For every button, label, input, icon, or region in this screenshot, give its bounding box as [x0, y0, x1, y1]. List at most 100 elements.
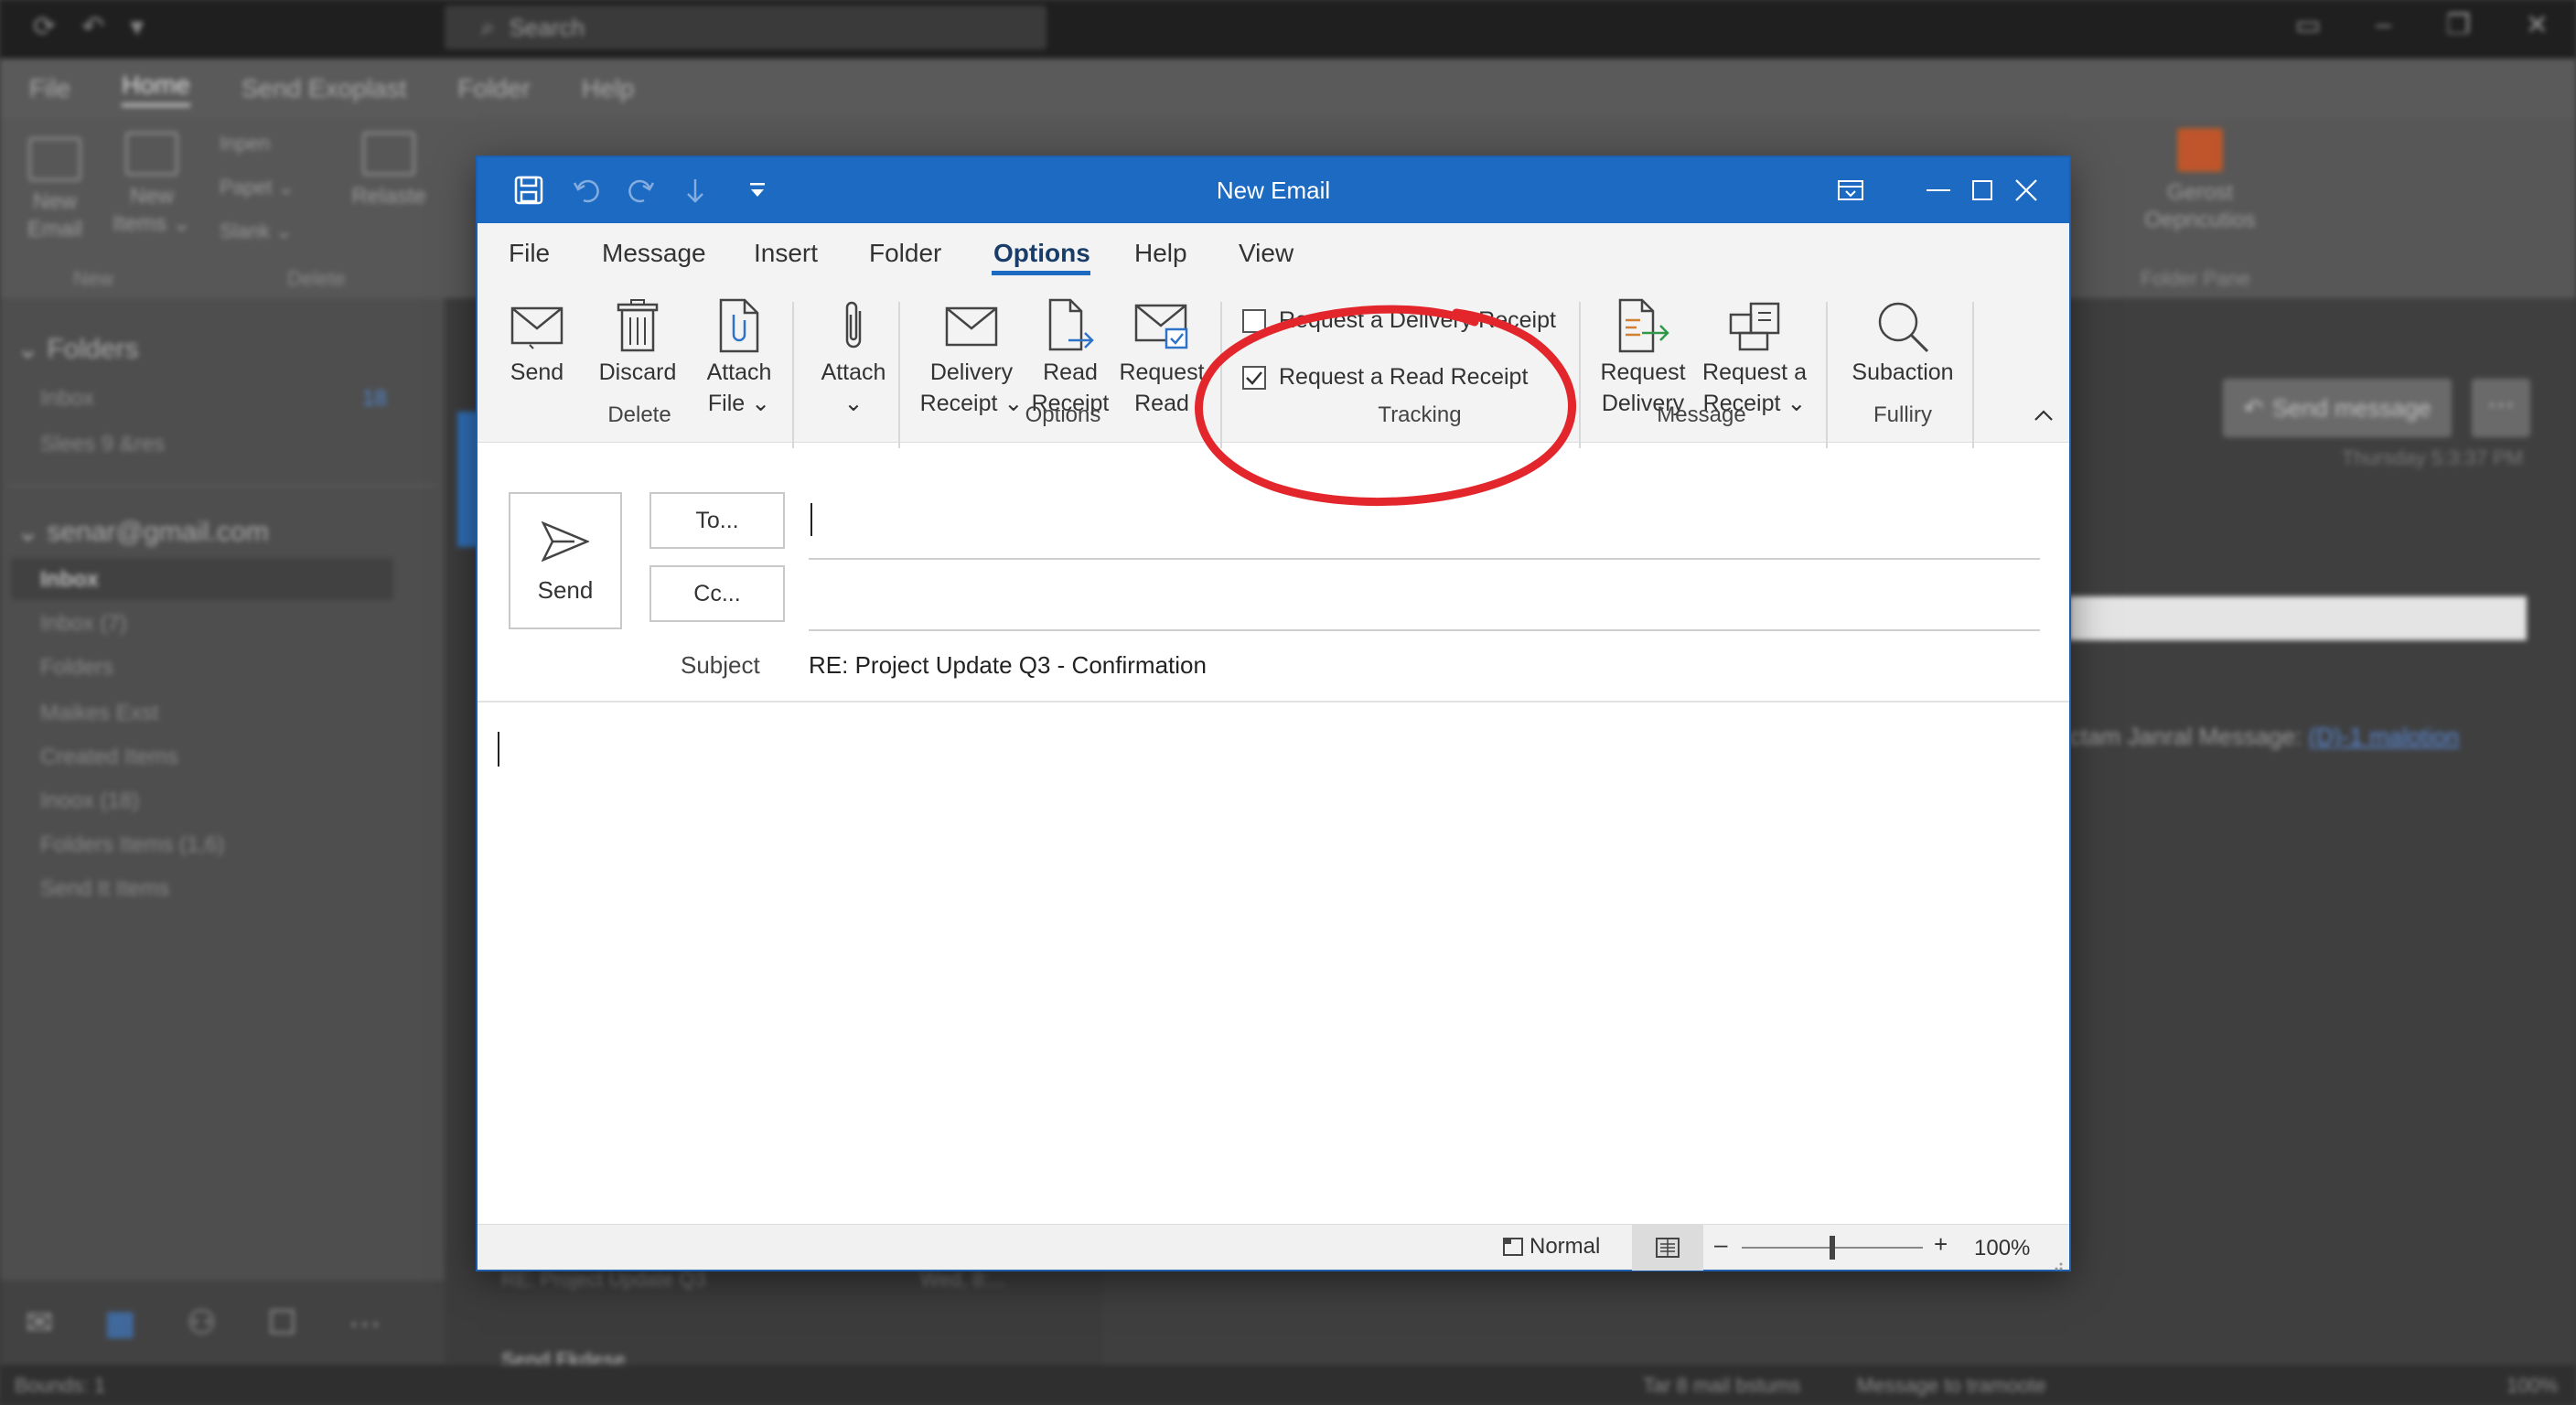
tab-folder[interactable]: Folder	[869, 223, 941, 284]
body-text-caret	[498, 732, 499, 767]
cc-button[interactable]: Cc...	[649, 565, 785, 622]
bg-small-button-3[interactable]: Slank ⌄	[220, 220, 293, 243]
zoom-out-button[interactable]: –	[1714, 1230, 1727, 1259]
close-icon[interactable]: ✕	[2526, 9, 2549, 41]
cc-input[interactable]	[809, 569, 2040, 620]
to-button[interactable]: To...	[649, 492, 785, 549]
bg-auto-link[interactable]: (D)-1 malotion	[2309, 723, 2460, 750]
bg-office-button[interactable]: Gerost Oepncutios	[2131, 128, 2269, 234]
collapse-ribbon-icon[interactable]	[2033, 408, 2055, 427]
bg-folder-slees[interactable]: Slees 9 &res	[40, 432, 165, 457]
bg-folder-item[interactable]: Inoox (18)	[40, 788, 139, 814]
send-ribbon-button[interactable]: Send	[490, 296, 584, 388]
discard-button[interactable]: Discard	[587, 296, 688, 388]
tab-view[interactable]: View	[1239, 223, 1293, 284]
minimize-icon[interactable]: –	[2376, 9, 2391, 41]
ribbon-display-options-icon[interactable]	[1808, 157, 1894, 223]
bg-folder-item[interactable]: Maikes Exst	[40, 701, 158, 726]
request-read-receipt-checkbox[interactable]: Request a Read Receipt	[1242, 364, 1528, 391]
subject-label: Subject	[681, 651, 760, 679]
mail-check-icon	[1114, 296, 1209, 357]
bg-tab-home[interactable]: Home	[122, 70, 190, 107]
bg-folder-item[interactable]: Folders	[40, 655, 113, 681]
bg-folder-item[interactable]: Send It Items	[40, 876, 169, 902]
bg-search-box[interactable]: ⌕ Search	[445, 5, 1046, 49]
bg-message-time: Wed, 8:...	[920, 1268, 1006, 1291]
subaction-button[interactable]: Subaction	[1841, 296, 1965, 388]
bg-info-bar	[2069, 596, 2527, 640]
message-body[interactable]	[494, 715, 2053, 1218]
tab-file[interactable]: File	[509, 223, 550, 284]
bg-message-row[interactable]: RE: Project Update Q3	[501, 1268, 706, 1292]
bg-tab-send[interactable]: Send Exoplast	[242, 74, 407, 103]
maximize-icon[interactable]: ❐	[2446, 9, 2471, 41]
ribbon-separator	[1220, 302, 1222, 448]
tasks-icon[interactable]: ☐	[267, 1303, 296, 1342]
redo-icon[interactable]	[624, 157, 655, 223]
bg-folder-item[interactable]: Inbox (7)	[40, 611, 127, 637]
resize-grip-icon[interactable]	[2049, 1252, 2064, 1278]
to-input[interactable]	[809, 498, 2040, 549]
active-tab-underline	[992, 271, 1090, 275]
read-checkbox-box[interactable]	[1242, 365, 1266, 390]
request-delivery-button[interactable]: Request Delivery	[1592, 296, 1694, 419]
read-receipt-button[interactable]: Read Receipt	[1026, 296, 1114, 419]
ribbon-separator	[792, 302, 794, 448]
bg-tab-help[interactable]: Help	[582, 74, 635, 103]
send-mail-icon	[490, 296, 584, 357]
bg-new-items-button[interactable]: New Items ⌄	[106, 132, 198, 238]
more-icon[interactable]: ···	[349, 1303, 381, 1342]
tab-message[interactable]: Message	[602, 223, 706, 284]
bg-folder-inbox[interactable]: Inbox	[40, 386, 94, 412]
bg-new-email-button[interactable]: New Email	[26, 137, 84, 243]
attach-file-button[interactable]: Attach File ⌄	[690, 296, 789, 419]
bg-tab-file[interactable]: File	[29, 74, 70, 103]
bg-folder-item[interactable]: Folders Items (1,6)	[40, 832, 224, 858]
delivery-receipt-button[interactable]: Delivery Receipt ⌄	[917, 296, 1026, 419]
reading-view-icon	[1656, 1238, 1680, 1258]
people-icon[interactable]: ⚇	[187, 1303, 216, 1342]
zoom-in-button[interactable]: +	[1934, 1230, 1948, 1259]
ribbon-separator	[1972, 302, 1974, 448]
view-normal-button[interactable]: Normal	[1502, 1234, 1600, 1260]
restore-icon[interactable]: ▭	[2295, 9, 2321, 41]
calendar-icon[interactable]: ▦	[104, 1303, 135, 1342]
undo-icon[interactable]	[573, 157, 604, 223]
attach-button[interactable]: Attach ⌄	[803, 296, 904, 419]
delivery-checkbox-box[interactable]	[1242, 308, 1266, 333]
bg-folder-item[interactable]: Created Items	[40, 745, 178, 770]
tab-help[interactable]: Help	[1134, 223, 1187, 284]
mail-icon[interactable]: ✉	[26, 1303, 53, 1342]
bg-small-button-1[interactable]: Inpen	[220, 132, 270, 156]
ribbon-separator	[898, 302, 900, 448]
arrow-down-icon[interactable]	[684, 157, 706, 223]
layout-grid-icon	[1698, 296, 1811, 357]
bg-menubar: File Home Send Exoplast Folder Help	[0, 59, 2576, 119]
bg-more-icon[interactable]: ···	[2472, 379, 2530, 437]
close-icon[interactable]	[1983, 157, 2069, 223]
document-green-arrow-icon	[1592, 296, 1694, 357]
request-delivery-receipt-checkbox[interactable]: Request a Delivery Receipt	[1242, 307, 1556, 334]
trash-icon	[362, 132, 415, 176]
bg-folders-heading[interactable]: ⌄ Folders	[16, 333, 139, 365]
subject-input[interactable]: RE: Project Update Q3 - Confirmation	[809, 651, 1207, 680]
envelope-icon	[917, 296, 1026, 357]
zoom-slider-thumb[interactable]	[1830, 1236, 1835, 1260]
title-bar: New Email	[478, 157, 2069, 223]
save-icon[interactable]	[514, 157, 543, 223]
request-read-button[interactable]: Request Read	[1114, 296, 1209, 419]
bg-send-message-button[interactable]: ↶ Send message	[2223, 379, 2452, 437]
bg-tab-folder[interactable]: Folder	[457, 74, 530, 103]
bg-group-delete: Delete	[287, 267, 346, 290]
bg-small-button-2[interactable]: Papet ⌄	[220, 176, 295, 199]
bg-folder-item[interactable]: Inbox	[40, 567, 99, 593]
send-button[interactable]: Send	[509, 492, 622, 629]
bg-account-heading[interactable]: ⌄ senar@gmail.com	[16, 516, 269, 548]
reading-view-button[interactable]	[1632, 1225, 1703, 1271]
new-email-window: New Email File Message Insert Folder Opt…	[478, 157, 2069, 1271]
customize-toolbar-icon[interactable]	[748, 157, 767, 223]
bg-relaste-button[interactable]: Relaste	[348, 132, 430, 210]
zoom-percentage[interactable]: 100%	[1974, 1236, 2030, 1261]
request-a-receipt-button[interactable]: Request a Receipt ⌄	[1698, 296, 1811, 419]
tab-insert[interactable]: Insert	[754, 223, 818, 284]
